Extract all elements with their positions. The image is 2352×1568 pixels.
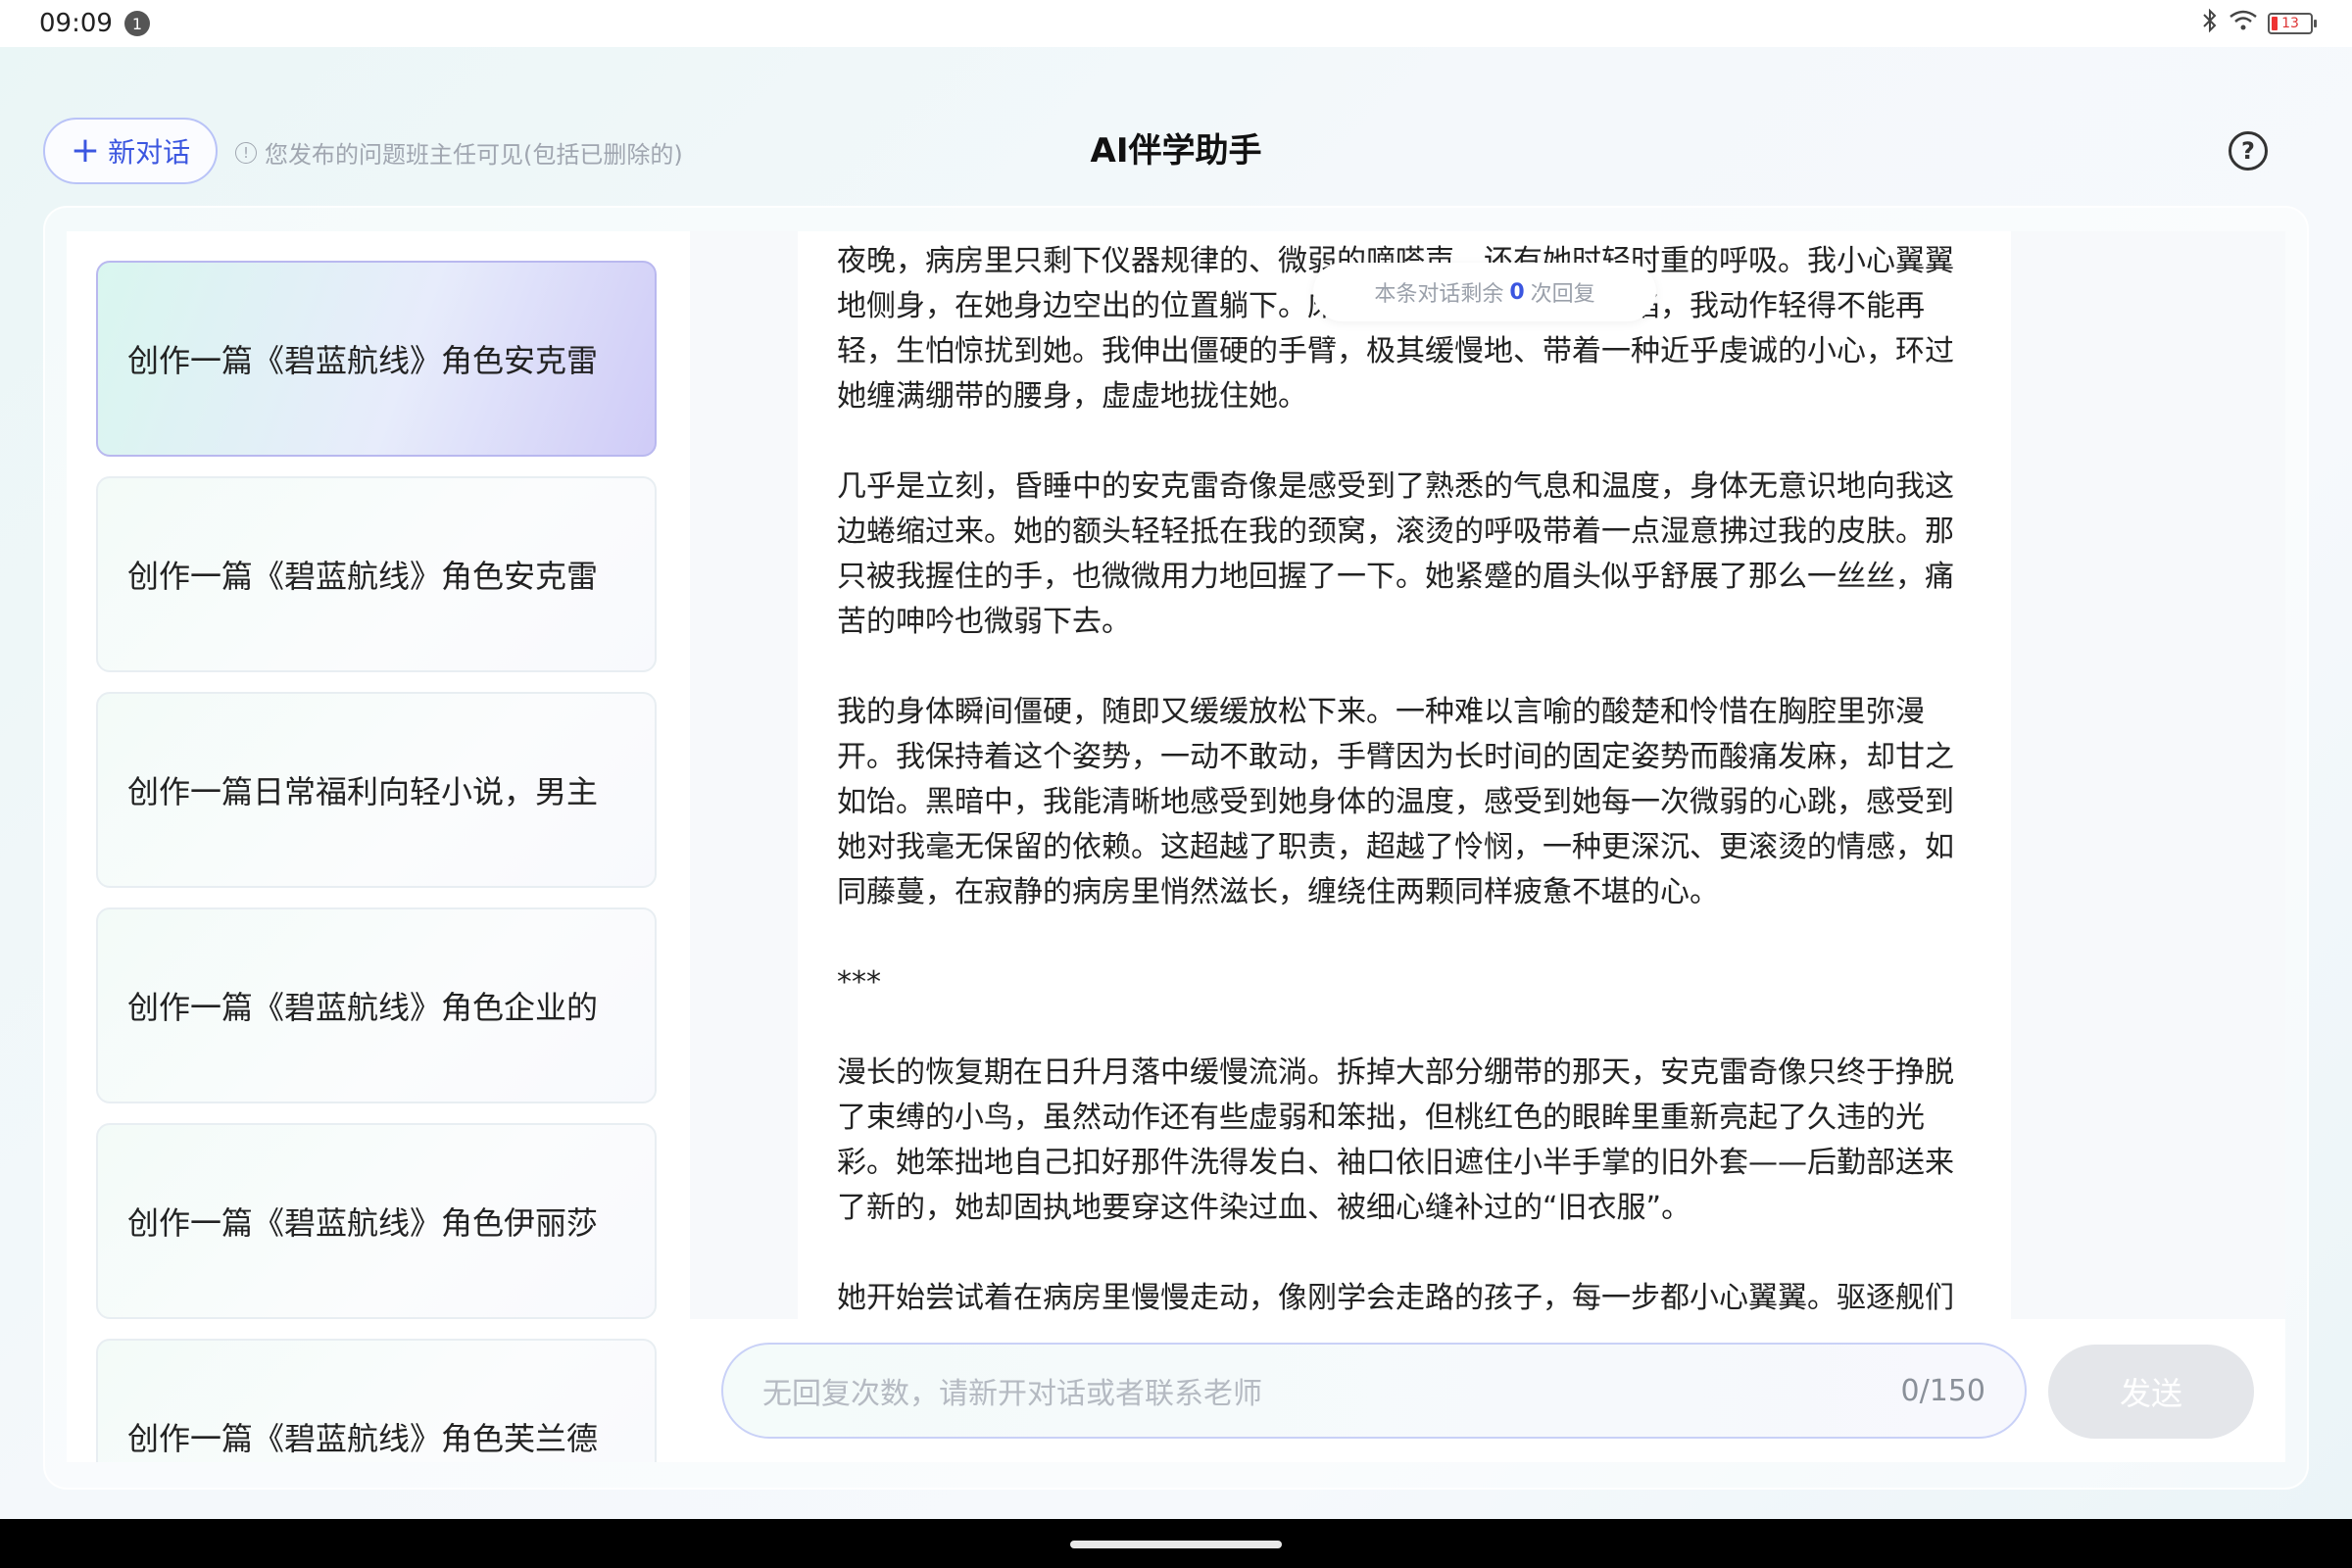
remaining-count: 0	[1509, 279, 1525, 305]
conversation-title: 创作一篇《碧蓝航线》角色安克雷	[127, 342, 599, 379]
status-time: 09:09	[39, 9, 113, 38]
message-paragraph: 我的身体瞬间僵硬，随即又缓缓放松下来。一种难以言喻的酸楚和怜惜在胸腔里弥漫开。我…	[837, 695, 1954, 909]
send-button[interactable]: 发送	[2048, 1345, 2254, 1439]
conversation-item[interactable]: 创作一篇《碧蓝航线》角色安克雷	[96, 261, 657, 457]
status-right: 13	[2201, 8, 2317, 39]
remaining-suffix: 次回复	[1530, 282, 1595, 307]
conversation-sidebar[interactable]: 创作一篇《碧蓝航线》角色安克雷 创作一篇《碧蓝航线》角色安克雷 创作一篇日常福利…	[67, 231, 690, 1462]
status-left: 09:09 1	[39, 9, 150, 38]
message-paragraph: 漫长的恢复期在日升月落中缓慢流淌。拆掉大部分绷带的那天，安克雷奇像只终于挣脱了束…	[837, 1055, 1954, 1225]
conversation-item[interactable]: 创作一篇《碧蓝航线》角色伊丽莎	[96, 1123, 657, 1319]
message-paragraph: 几乎是立刻，昏睡中的安克雷奇像是感受到了熟悉的气息和温度，身体无意识地向我这边蜷…	[837, 469, 1954, 639]
conversation-title: 创作一篇《碧蓝航线》角色伊丽莎	[127, 1204, 599, 1242]
character-counter: 0/150	[1900, 1373, 1985, 1408]
message-paragraph: ***	[837, 965, 881, 1000]
notification-badge: 1	[123, 11, 150, 36]
conversation-item[interactable]: 创作一篇《碧蓝航线》角色企业的	[96, 907, 657, 1103]
assistant-message[interactable]: 夜晚，病房里只剩下仪器规律的、微弱的嘀嗒声，还有她时轻时重的呼吸。我小心翼翼地侧…	[798, 231, 2011, 1319]
input-placeholder: 无回复次数，请新开对话或者联系老师	[762, 1377, 1262, 1411]
message-text: 夜晚，病房里只剩下仪器规律的、微弱的嘀嗒声，还有她时轻时重的呼吸。我小心翼翼地侧…	[837, 239, 1974, 1319]
message-paragraph: 她开始尝试着在病房里慢慢走动，像刚学会走路的孩子，每一步都小心翼翼。驱逐舰们	[837, 1281, 1954, 1315]
help-icon[interactable]: ?	[2229, 131, 2268, 171]
bluetooth-icon	[2201, 8, 2219, 39]
header: + 新对话 ! 您发布的问题班主任可见(包括已删除的) AI伴学助手 ?	[0, 108, 2352, 186]
conversation-title: 创作一篇日常福利向轻小说，男主	[127, 773, 599, 810]
conversation-item[interactable]: 创作一篇《碧蓝航线》角色芙兰德	[96, 1339, 657, 1462]
conversation-title: 创作一篇《碧蓝航线》角色芙兰德	[127, 1420, 599, 1457]
wifi-icon	[2229, 9, 2258, 38]
system-nav-bar	[0, 1519, 2352, 1568]
status-bar: 09:09 1 13	[0, 0, 2352, 47]
message-input[interactable]: 无回复次数，请新开对话或者联系老师 0/150	[721, 1343, 2027, 1439]
battery-icon: 13	[2268, 13, 2317, 34]
conversation-title: 创作一篇《碧蓝航线》角色安克雷	[127, 558, 599, 595]
remaining-replies-badge: 本条对话剩余 0 次回复	[1313, 263, 1656, 321]
conversation-item[interactable]: 创作一篇《碧蓝航线》角色安克雷	[96, 476, 657, 672]
page-title: AI伴学助手	[1090, 131, 1262, 171]
remaining-prefix: 本条对话剩余	[1374, 282, 1504, 307]
conversation-item[interactable]: 创作一篇日常福利向轻小说，男主	[96, 692, 657, 888]
battery-level: 13	[2281, 16, 2299, 31]
conversation-title: 创作一篇《碧蓝航线》角色企业的	[127, 989, 599, 1026]
home-gesture-handle[interactable]	[1070, 1541, 1282, 1548]
